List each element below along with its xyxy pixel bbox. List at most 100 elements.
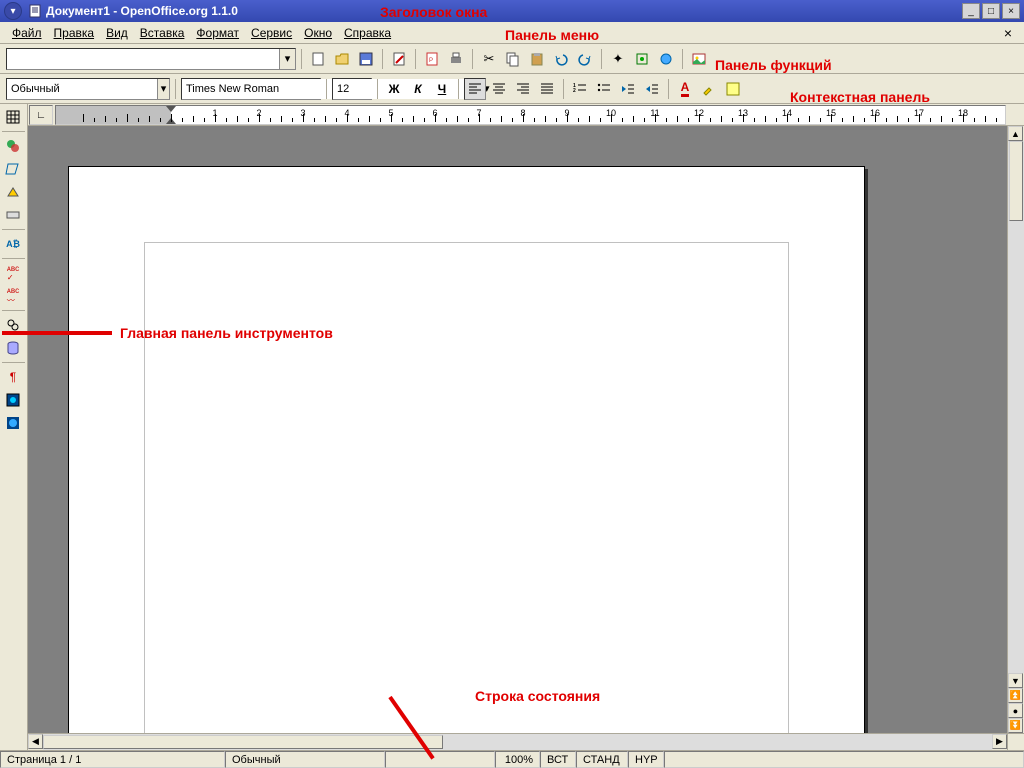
url-input[interactable] <box>7 49 279 69</box>
horizontal-ruler[interactable]: 123456789101112131415161718 <box>55 105 1006 125</box>
edit-doc-button[interactable] <box>388 48 410 70</box>
export-pdf-button[interactable]: P <box>421 48 443 70</box>
font-name-input[interactable] <box>182 79 332 99</box>
canvas-wrap: ▲ ▼ ⏫ ● ⏬ ◀ ▶ <box>28 126 1024 750</box>
status-page[interactable]: Страница 1 / 1 <box>0 751 225 768</box>
separator <box>326 79 327 99</box>
page[interactable] <box>68 166 865 733</box>
undo-button[interactable] <box>550 48 572 70</box>
gallery-button[interactable] <box>688 48 710 70</box>
increase-indent-button[interactable] <box>641 78 663 100</box>
hyperlink-button[interactable] <box>655 48 677 70</box>
minimize-button[interactable]: _ <box>962 3 980 19</box>
align-justify-button[interactable] <box>536 78 558 100</box>
underline-button[interactable]: Ч <box>431 78 453 100</box>
cut-button[interactable]: ✂ <box>478 48 500 70</box>
scroll-thumb[interactable] <box>43 735 443 749</box>
status-hyphenation[interactable]: HYP <box>628 751 664 768</box>
spellcheck-button[interactable]: ᴀʙᴄ✓ <box>2 262 24 284</box>
status-selection-mode[interactable]: СТАНД <box>576 751 628 768</box>
align-left-button[interactable] <box>464 78 486 100</box>
close-window-button[interactable]: × <box>1002 3 1020 19</box>
status-insert-mode[interactable]: ВСТ <box>540 751 576 768</box>
status-style[interactable]: Обычный <box>225 751 385 768</box>
scroll-right-icon[interactable]: ▶ <box>992 734 1007 749</box>
scroll-up-icon[interactable]: ▲ <box>1008 126 1023 141</box>
separator <box>682 49 683 69</box>
menu-edit[interactable]: Правка <box>48 24 101 42</box>
scroll-down-icon[interactable]: ▼ <box>1008 673 1023 688</box>
menu-window[interactable]: Окно <box>298 24 338 42</box>
menu-format[interactable]: Формат <box>190 24 245 42</box>
align-center-button[interactable] <box>488 78 510 100</box>
redo-button[interactable] <box>574 48 596 70</box>
draw-functions-button[interactable] <box>2 181 24 203</box>
form-controls-button[interactable] <box>2 204 24 226</box>
italic-button[interactable]: К <box>407 78 429 100</box>
paragraph-style-input[interactable] <box>7 79 157 99</box>
font-color-button[interactable]: A <box>674 78 696 100</box>
font-size-combo[interactable]: ▾ <box>332 78 372 100</box>
svg-text:2: 2 <box>573 88 576 94</box>
paragraph-style-combo[interactable]: ▾ <box>6 78 170 100</box>
dropdown-icon[interactable]: ▾ <box>157 79 169 99</box>
workspace: A₿ ᴀʙᴄ✓ ᴀʙᴄ〰 ¶ ∟ 12345678910111213141516… <box>0 104 1024 750</box>
scroll-thumb[interactable] <box>1009 141 1023 221</box>
statusbar: Страница 1 / 1 Обычный 100% ВСТ СТАНД HY… <box>0 750 1024 768</box>
status-zoom[interactable]: 100% <box>495 751 540 768</box>
menu-insert[interactable]: Вставка <box>134 24 191 42</box>
separator <box>472 49 473 69</box>
insert-table-button[interactable] <box>2 106 24 128</box>
copy-button[interactable] <box>502 48 524 70</box>
scroll-track[interactable] <box>1008 141 1024 673</box>
bold-button[interactable]: Ж <box>383 78 405 100</box>
background-color-button[interactable] <box>722 78 744 100</box>
paste-button[interactable] <box>526 48 548 70</box>
scroll-left-icon[interactable]: ◀ <box>28 734 43 749</box>
menu-view[interactable]: Вид <box>100 24 134 42</box>
bullet-list-button[interactable] <box>593 78 615 100</box>
nav-icon[interactable]: ● <box>1008 703 1023 718</box>
prev-page-icon[interactable]: ⏫ <box>1008 688 1023 703</box>
maximize-button[interactable]: □ <box>982 3 1000 19</box>
autotext-button[interactable]: A₿ <box>2 233 24 255</box>
context-toolbar: ▾ ▾ ▾ Ж К Ч 12 A <box>0 74 1024 104</box>
online-layout-button[interactable] <box>2 412 24 434</box>
navigator-button[interactable]: ✦ <box>607 48 629 70</box>
url-combo[interactable]: ▾ <box>6 48 296 70</box>
open-button[interactable] <box>331 48 353 70</box>
new-button[interactable] <box>307 48 329 70</box>
system-menu-button[interactable]: ▾ <box>4 2 22 20</box>
separator <box>2 258 25 259</box>
font-name-combo[interactable]: ▾ <box>181 78 321 100</box>
align-right-button[interactable] <box>512 78 534 100</box>
document-canvas[interactable] <box>28 126 1007 733</box>
menu-tools[interactable]: Сервис <box>245 24 298 42</box>
menu-help[interactable]: Справка <box>338 24 397 42</box>
ruler-corner[interactable]: ∟ <box>29 105 53 125</box>
scroll-track[interactable] <box>43 734 992 750</box>
page-text-area[interactable] <box>144 242 789 733</box>
highlight-button[interactable] <box>698 78 720 100</box>
separator <box>2 310 25 311</box>
close-document-button[interactable]: × <box>998 25 1018 41</box>
auto-spellcheck-button[interactable]: ᴀʙᴄ〰 <box>2 285 24 307</box>
horizontal-scrollbar[interactable]: ◀ ▶ <box>28 733 1007 750</box>
insert-object-button[interactable] <box>2 135 24 157</box>
url-dropdown-icon[interactable]: ▾ <box>279 49 295 69</box>
insert-fields-button[interactable] <box>2 158 24 180</box>
stylist-button[interactable] <box>631 48 653 70</box>
find-button[interactable] <box>2 314 24 336</box>
decrease-indent-button[interactable] <box>617 78 639 100</box>
separator <box>601 49 602 69</box>
menu-file[interactable]: Файл <box>6 24 48 42</box>
print-button[interactable] <box>445 48 467 70</box>
separator <box>563 79 564 99</box>
vertical-scrollbar[interactable]: ▲ ▼ ⏫ ● ⏬ <box>1007 126 1024 733</box>
graphics-button[interactable] <box>2 389 24 411</box>
data-sources-button[interactable] <box>2 337 24 359</box>
save-button[interactable] <box>355 48 377 70</box>
nonprinting-chars-button[interactable]: ¶ <box>2 366 24 388</box>
numbered-list-button[interactable]: 12 <box>569 78 591 100</box>
next-page-icon[interactable]: ⏬ <box>1008 718 1023 733</box>
